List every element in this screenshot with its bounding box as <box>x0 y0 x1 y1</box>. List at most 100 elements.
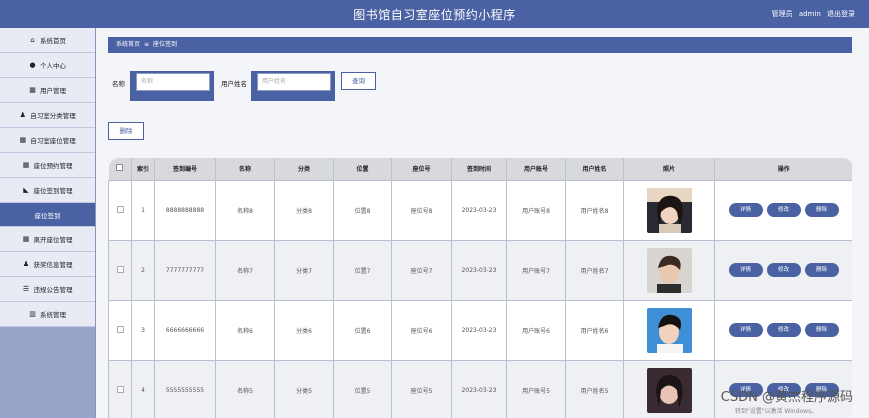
table-row: 3 6666666666 名称6 分类6 位置6 座位号6 2023-03-23… <box>108 299 852 361</box>
row-checkbox[interactable] <box>116 205 124 213</box>
sidebar-item-label: 座位签到 <box>34 211 61 220</box>
time-cell: 2023-03-23 <box>451 299 507 361</box>
user-name-label: 用户姓名 <box>221 80 247 88</box>
category-cell: 分类5 <box>274 359 334 418</box>
column-header[interactable]: 分类 <box>274 158 334 180</box>
sidebar-item-checkin[interactable]: 座位签到 <box>0 203 95 227</box>
delete-button[interactable]: 删除 <box>804 203 839 217</box>
column-header[interactable]: 用户账号 <box>506 158 566 180</box>
name-input-wrapper: 名称 <box>130 71 214 101</box>
user-role: 管理员 <box>771 10 793 18</box>
grid-icon: ▦ <box>29 85 36 94</box>
detail-button[interactable]: 详情 <box>728 263 763 277</box>
detail-button[interactable]: 详情 <box>728 323 763 337</box>
column-header[interactable]: 用户姓名 <box>565 158 624 180</box>
user-photo <box>646 187 692 233</box>
row-checkbox[interactable] <box>116 385 124 393</box>
time-cell: 2023-03-23 <box>451 179 507 241</box>
delete-button[interactable]: 删除 <box>804 263 839 277</box>
person-icon: ♟ <box>19 110 26 119</box>
select-all-checkbox[interactable] <box>116 164 124 172</box>
location-cell: 位置5 <box>333 359 392 418</box>
photo-cell <box>623 239 715 301</box>
sidebar-item-home[interactable]: ⌂ 系统首页 <box>0 28 95 53</box>
table-header-row: 索引 签到编号 名称 分类 位置 座位号 签到时间 用户账号 用户姓名 照片 操… <box>108 158 852 180</box>
batch-delete-button[interactable]: 删除 <box>108 122 144 140</box>
column-header[interactable]: 签到时间 <box>451 158 507 180</box>
breadcrumb: 系统首页 ≡ 座位签到 <box>108 37 852 53</box>
checkin-code: 7777777777 <box>154 239 216 301</box>
activate-windows-notice: 转到"设置"以激活 Windows。 <box>735 408 818 415</box>
edit-button[interactable]: 修改 <box>766 263 801 277</box>
query-button[interactable]: 查询 <box>341 72 376 90</box>
app-root: 图书馆自习室座位预约小程序 管理员 admin 退出登录 ⌂ 系统首页 ● 个人中心… <box>0 0 869 418</box>
sidebar: ⌂ 系统首页 ● 个人中心 ▦ 用户管理 ♟ 自习室分类管理 ▦ 自习室座位管理 ▦ 座位预… <box>0 28 96 418</box>
sidebar-item-awards[interactable]: ♟ 获奖信息管理 <box>0 252 95 277</box>
row-select-cell[interactable] <box>108 359 132 418</box>
edit-button[interactable]: 修改 <box>766 323 801 337</box>
row-index: 3 <box>131 299 155 361</box>
column-header[interactable]: 名称 <box>215 158 275 180</box>
sidebar-item-label: 自习室座位管理 <box>30 137 76 145</box>
photo-cell <box>623 359 715 418</box>
row-select-cell[interactable] <box>108 299 132 361</box>
seat-cell: 座位号5 <box>391 359 452 418</box>
sidebar-item-label: 个人中心 <box>40 62 66 70</box>
location-cell: 位置8 <box>333 179 392 241</box>
checkin-code: 8888888888 <box>154 179 216 241</box>
sidebar-item-label: 系统首页 <box>40 37 66 45</box>
user-cell: 用户姓名7 <box>565 239 624 301</box>
seat-cell: 座位号6 <box>391 299 452 361</box>
sidebar-item-room-seats[interactable]: ▦ 自习室座位管理 <box>0 128 95 153</box>
user-name-input[interactable]: 用户姓名 <box>257 73 331 91</box>
name-cell: 名称8 <box>215 179 275 241</box>
sidebar-item-room-category[interactable]: ♟ 自习室分类管理 <box>0 103 95 128</box>
app-title: 图书馆自习室座位预约小程序 <box>353 8 516 22</box>
sidebar-item-profile[interactable]: ● 个人中心 <box>0 53 95 78</box>
user-cell: 用户姓名5 <box>565 359 624 418</box>
sidebar-item-leave-seat[interactable]: ▦ 离开座位管理 <box>0 227 95 252</box>
row-index: 2 <box>131 239 155 301</box>
chart-icon: ▥ <box>29 309 36 318</box>
grid-icon: ▦ <box>19 135 27 144</box>
seat-cell: 座位号8 <box>391 179 452 241</box>
name-cell: 名称7 <box>215 239 275 301</box>
column-header[interactable]: 签到编号 <box>154 158 216 180</box>
row-checkbox[interactable] <box>116 325 124 333</box>
breadcrumb-separator: ≡ <box>144 41 150 48</box>
actions-cell: 详情 修改 删除 <box>714 239 852 301</box>
column-header[interactable]: 位置 <box>333 158 392 180</box>
user-photo <box>646 247 692 293</box>
sidebar-item-users[interactable]: ▦ 用户管理 <box>0 78 95 103</box>
table-row: 1 8888888888 名称8 分类8 位置8 座位号8 2023-03-23… <box>108 179 852 241</box>
breadcrumb-current: 座位签到 <box>153 41 178 48</box>
row-checkbox[interactable] <box>116 265 124 273</box>
select-all-cell[interactable] <box>108 158 132 180</box>
sidebar-item-checkin-manage[interactable]: ◣ 座位签到管理 <box>0 178 95 203</box>
user-icon: ● <box>29 60 36 69</box>
row-index: 1 <box>131 179 155 241</box>
time-cell: 2023-03-23 <box>451 359 507 418</box>
account-cell: 用户账号6 <box>506 299 566 361</box>
edit-button[interactable]: 修改 <box>766 203 801 217</box>
sidebar-item-system[interactable]: ▥ 系统管理 <box>0 302 95 327</box>
location-cell: 位置6 <box>333 299 392 361</box>
row-select-cell[interactable] <box>108 239 132 301</box>
sidebar-item-seat-booking[interactable]: ▦ 座位预约管理 <box>0 153 95 178</box>
row-select-cell[interactable] <box>108 179 132 241</box>
sidebar-item-label: 座位预约管理 <box>33 162 73 170</box>
column-header[interactable]: 座位号 <box>391 158 452 180</box>
grid-icon: ▦ <box>22 160 30 169</box>
delete-button[interactable]: 删除 <box>804 323 839 337</box>
name-input[interactable]: 名称 <box>136 73 210 91</box>
sidebar-item-label: 自习室分类管理 <box>30 112 76 120</box>
breadcrumb-home[interactable]: 系统首页 <box>116 41 140 48</box>
name-label: 名称 <box>112 80 125 88</box>
sidebar-item-label: 用户管理 <box>40 87 66 95</box>
account-cell: 用户账号8 <box>506 179 566 241</box>
sidebar-item-violations[interactable]: ☰ 违规公告管理 <box>0 277 95 302</box>
category-cell: 分类7 <box>274 239 334 301</box>
detail-button[interactable]: 详情 <box>728 203 763 217</box>
category-cell: 分类8 <box>274 179 334 241</box>
logout-link[interactable]: 退出登录 <box>827 10 855 18</box>
